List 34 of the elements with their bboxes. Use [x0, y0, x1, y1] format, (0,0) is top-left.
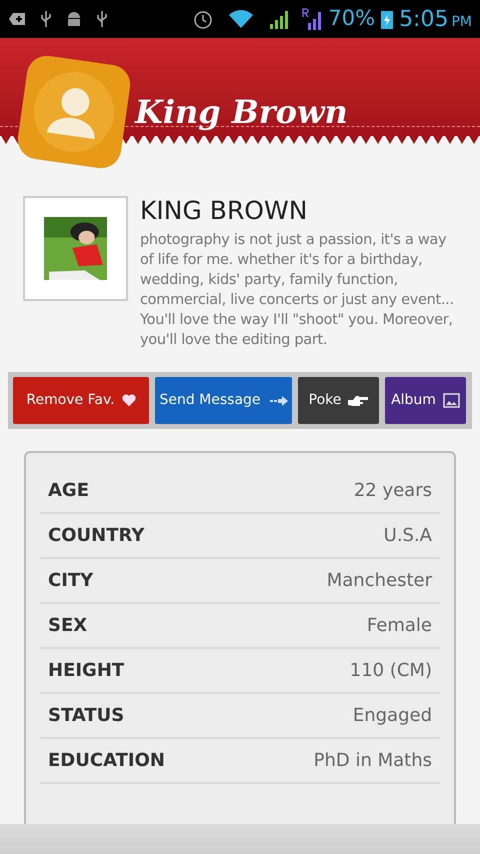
detail-label: COUNTRY [48, 524, 144, 548]
detail-label: STATUS [48, 704, 124, 728]
detail-value: 22 years [354, 479, 432, 503]
image-icon [442, 393, 460, 408]
arrow-icon [268, 394, 288, 406]
poke-button[interactable]: Poke [298, 377, 379, 424]
battery-charging-icon [381, 9, 394, 29]
detail-value: U.S.A [384, 524, 432, 548]
notification-icon [8, 11, 26, 27]
message-button[interactable]: Send Message [155, 377, 292, 424]
clock-time: 5:05 [399, 6, 448, 34]
detail-label: HEIGHT [48, 659, 124, 683]
detail-value: Female [366, 614, 432, 638]
detail-label: SEX [48, 614, 88, 638]
detail-label: CITY [48, 569, 94, 593]
usb-icon [96, 10, 108, 28]
favorite-button[interactable]: Remove Fav. [13, 377, 149, 424]
detail-label: EDUCATION [48, 749, 165, 773]
detail-value: PhD in Maths [314, 749, 432, 773]
detail-value: 110 (CM) [350, 659, 432, 683]
signal-icon [268, 9, 288, 29]
detail-value: Engaged [352, 704, 432, 728]
battery-percent: 70% [328, 5, 376, 32]
album-button[interactable]: Album [385, 377, 466, 424]
profile-name: KING BROWN [140, 196, 308, 226]
pointing-hand-icon [348, 394, 368, 408]
usb-icon [40, 10, 52, 28]
detail-value: Manchester [326, 569, 432, 593]
heart-icon [122, 394, 136, 407]
detail-label: AGE [48, 479, 90, 503]
clock-ampm: PM [451, 12, 472, 32]
wifi-icon [228, 9, 254, 29]
header-title: King Brown [135, 92, 348, 133]
profile-bio: photography is not just a passion, it's a way of life for me. whether it's for a birthday, wedding, kids' party, family function, commercial, live concerts or just any event... You'll love the way I'll "shoot" you. Moreover, you'll love the editing part. [140, 231, 455, 350]
